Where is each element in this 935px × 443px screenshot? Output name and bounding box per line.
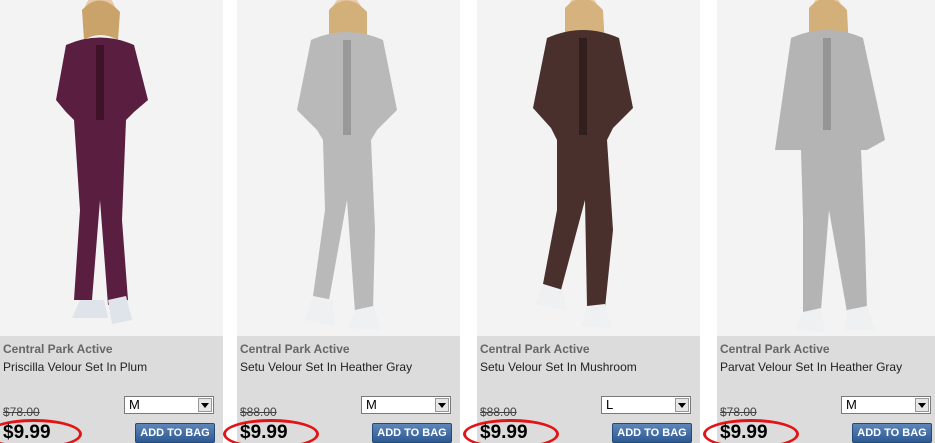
size-selected-value: M: [129, 397, 140, 412]
product-name[interactable]: Setu Velour Set In Heather Gray: [240, 360, 412, 374]
sale-price: $9.99: [3, 422, 51, 443]
size-selected-value: M: [846, 397, 857, 412]
chevron-down-icon[interactable]: [675, 398, 689, 412]
original-price: $88.00: [240, 405, 277, 419]
product-name[interactable]: Setu Velour Set In Mushroom: [480, 360, 637, 374]
size-select[interactable]: M: [841, 396, 931, 414]
product-card: Central Park Active Setu Velour Set In M…: [463, 0, 700, 443]
chevron-down-icon[interactable]: [915, 398, 929, 412]
product-brand[interactable]: Central Park Active: [3, 342, 113, 356]
product-brand[interactable]: Central Park Active: [240, 342, 350, 356]
size-select[interactable]: M: [361, 396, 451, 414]
product-info-panel: Central Park Active Priscilla Velour Set…: [0, 336, 223, 443]
product-info-panel: Central Park Active Setu Velour Set In M…: [463, 336, 700, 443]
add-to-bag-button[interactable]: ADD TO BAG: [612, 423, 692, 443]
product-card: Central Park Active Parvat Velour Set In…: [703, 0, 935, 443]
product-info-panel: Central Park Active Parvat Velour Set In…: [703, 336, 935, 443]
size-select[interactable]: L: [601, 396, 691, 414]
product-image[interactable]: [237, 0, 460, 336]
size-select[interactable]: M: [124, 396, 214, 414]
sale-price: $9.99: [480, 422, 528, 443]
product-brand[interactable]: Central Park Active: [480, 342, 590, 356]
product-card: Central Park Active Priscilla Velour Set…: [0, 0, 223, 443]
add-to-bag-button[interactable]: ADD TO BAG: [372, 423, 452, 443]
size-selected-value: L: [606, 397, 614, 412]
product-image[interactable]: [0, 0, 223, 336]
sale-price: $9.99: [720, 422, 768, 443]
product-name[interactable]: Parvat Velour Set In Heather Gray: [720, 360, 902, 374]
size-selected-value: M: [366, 397, 377, 412]
chevron-down-icon[interactable]: [435, 398, 449, 412]
product-info-panel: Central Park Active Setu Velour Set In H…: [223, 336, 460, 443]
product-image[interactable]: [717, 0, 935, 336]
chevron-down-icon[interactable]: [198, 398, 212, 412]
add-to-bag-button[interactable]: ADD TO BAG: [852, 423, 932, 443]
sale-price: $9.99: [240, 422, 288, 443]
original-price: $78.00: [3, 405, 40, 419]
original-price: $78.00: [720, 405, 757, 419]
add-to-bag-button[interactable]: ADD TO BAG: [135, 423, 215, 443]
product-brand[interactable]: Central Park Active: [720, 342, 830, 356]
original-price: $88.00: [480, 405, 517, 419]
product-card: Central Park Active Setu Velour Set In H…: [223, 0, 460, 443]
product-grid: Central Park Active Priscilla Velour Set…: [0, 0, 935, 443]
product-image[interactable]: [477, 0, 700, 336]
product-name[interactable]: Priscilla Velour Set In Plum: [3, 360, 147, 374]
